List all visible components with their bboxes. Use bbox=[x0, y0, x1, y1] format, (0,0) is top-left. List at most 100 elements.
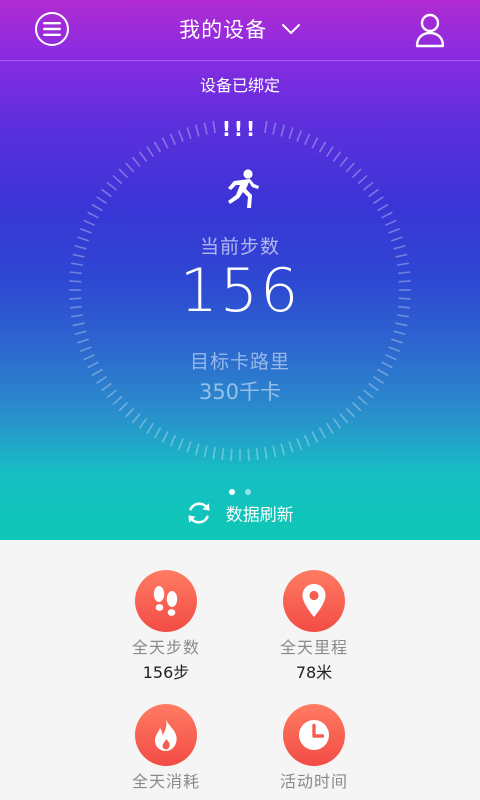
dial-tick bbox=[101, 188, 112, 198]
dial-tick bbox=[118, 168, 129, 179]
top-bar: 我的设备 bbox=[0, 0, 480, 60]
dial-tick bbox=[124, 162, 135, 173]
dial-tick bbox=[87, 211, 99, 219]
dial-tick bbox=[91, 203, 103, 212]
dial-tick bbox=[138, 418, 148, 429]
dial-tick bbox=[351, 168, 362, 179]
dial-tick bbox=[280, 443, 286, 456]
dial-tick bbox=[146, 146, 155, 158]
dial-tick bbox=[153, 427, 162, 439]
page-indicator[interactable] bbox=[0, 480, 480, 495]
dial-tick bbox=[194, 124, 200, 137]
dial-tick bbox=[169, 133, 177, 146]
stat-label: 全天消耗 bbox=[131, 772, 200, 791]
dial-tick bbox=[161, 137, 169, 149]
dial-tick bbox=[318, 141, 327, 153]
dial-tick bbox=[339, 413, 349, 424]
dial-tick bbox=[161, 431, 169, 443]
header-divider bbox=[0, 60, 480, 61]
dial-tick bbox=[311, 431, 319, 443]
dial-tick bbox=[177, 130, 184, 142]
dial-tick bbox=[296, 438, 303, 450]
dial-tick bbox=[264, 446, 268, 460]
device-selector[interactable]: 我的设备 bbox=[0, 14, 480, 44]
flame-icon bbox=[155, 718, 177, 751]
dial-tick bbox=[345, 407, 356, 418]
dial-tick bbox=[363, 181, 374, 191]
stat-label: 活动时间 bbox=[279, 772, 348, 791]
dial-tick bbox=[372, 196, 384, 205]
stat-label: 全天步数 bbox=[131, 638, 200, 657]
stat-daily-steps[interactable]: 全天步数 156步 bbox=[86, 570, 246, 683]
dial-tick bbox=[272, 122, 277, 135]
stat-icon-circle bbox=[135, 704, 197, 766]
current-steps-label: 当前步数 bbox=[199, 236, 280, 258]
dial-tick bbox=[169, 434, 177, 447]
dial-tick bbox=[345, 162, 356, 173]
dial-tick bbox=[325, 422, 334, 434]
refresh-icon bbox=[188, 502, 210, 524]
page-title: 我的设备 bbox=[179, 18, 268, 42]
bind-status-text: 设备已绑定 bbox=[199, 76, 280, 95]
stat-icon-circle bbox=[135, 570, 197, 632]
dial-tick bbox=[247, 448, 250, 461]
dial-tick bbox=[77, 338, 90, 344]
dial-tick bbox=[106, 181, 117, 191]
dial-tick bbox=[303, 133, 311, 146]
device-screen: 我的设备 设备已绑定 !!! 当前步数 156 目标卡路里 350千卡 数据刷新 bbox=[0, 0, 480, 800]
current-steps-value: 156 bbox=[179, 256, 301, 326]
dial-tick bbox=[203, 122, 208, 135]
dial-tick bbox=[203, 445, 208, 458]
stat-icon-circle bbox=[283, 570, 345, 632]
footprints-icon bbox=[153, 586, 178, 616]
stat-daily-distance[interactable]: 全天里程 78米 bbox=[234, 570, 394, 683]
chevron-down-icon bbox=[281, 24, 300, 34]
stat-value: 78米 bbox=[295, 663, 333, 682]
dial-tick bbox=[332, 151, 342, 162]
dial-tick bbox=[221, 448, 225, 461]
dial-tick bbox=[318, 427, 327, 439]
dial-tick bbox=[212, 120, 216, 134]
dial-tick bbox=[393, 330, 406, 336]
dial-tick bbox=[325, 146, 334, 158]
dial-tick bbox=[212, 446, 216, 460]
stat-daily-calories[interactable]: 全天消耗 bbox=[86, 704, 246, 792]
dial-tick bbox=[255, 448, 259, 461]
dial-tick bbox=[186, 127, 192, 140]
dial-tick bbox=[230, 448, 233, 461]
dial-tick bbox=[296, 130, 303, 142]
dial-tick bbox=[96, 196, 108, 205]
daily-stats-panel: 全天步数 156步 全天里程 78米 全天消耗 活动时间 bbox=[0, 540, 480, 800]
dial-tick bbox=[83, 219, 96, 227]
stat-value: 156步 bbox=[142, 663, 190, 682]
dial-tick bbox=[381, 211, 393, 219]
dial-tick bbox=[377, 203, 389, 212]
stat-icon-circle bbox=[283, 704, 345, 766]
dial-tick bbox=[131, 413, 141, 424]
page-dot-2[interactable] bbox=[244, 489, 251, 495]
dial-tick bbox=[264, 120, 268, 134]
refresh-button[interactable]: 数据刷新 bbox=[0, 500, 480, 526]
dial-tick bbox=[390, 338, 403, 344]
dial-tick bbox=[288, 440, 294, 453]
dial-tick bbox=[124, 407, 135, 418]
calorie-goal-value: 350千卡 bbox=[198, 380, 282, 404]
dial-top-marker: !!! bbox=[222, 118, 258, 141]
dial-tick bbox=[332, 418, 342, 429]
calorie-goal-label: 目标卡路里 bbox=[189, 351, 290, 373]
user-icon[interactable] bbox=[414, 12, 446, 48]
dial-tick bbox=[153, 141, 162, 153]
dial-tick bbox=[131, 156, 141, 167]
clock-icon bbox=[299, 720, 329, 750]
location-pin-icon bbox=[302, 584, 326, 617]
stat-activity-time[interactable]: 活动时间 bbox=[234, 704, 394, 792]
dial-tick bbox=[186, 440, 192, 453]
dial-tick bbox=[384, 219, 397, 227]
running-icon bbox=[228, 169, 259, 208]
dial-tick bbox=[368, 188, 379, 198]
dial-tick bbox=[303, 434, 311, 447]
dial-tick bbox=[357, 174, 368, 185]
refresh-label: 数据刷新 bbox=[225, 505, 294, 526]
dial-tick bbox=[177, 438, 184, 450]
dial-tick bbox=[74, 330, 87, 336]
